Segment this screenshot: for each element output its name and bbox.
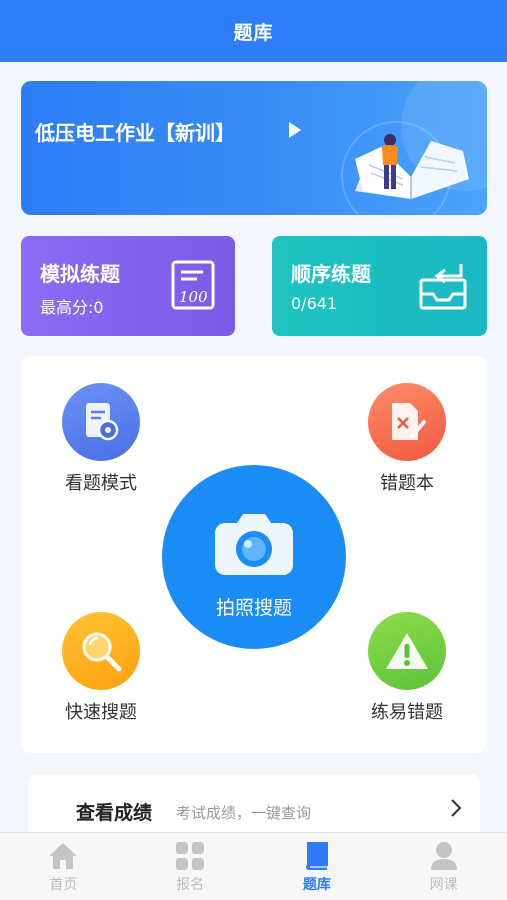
book-illustration-icon	[355, 134, 469, 199]
magnifier-icon	[82, 632, 122, 672]
wrong-book-label: 错题本	[380, 473, 434, 494]
mock-practice-title: 模拟练题	[40, 262, 120, 286]
tab-question-bank-label: 题库	[302, 877, 331, 893]
home-icon	[49, 843, 78, 869]
tab-online-course-label: 网课	[429, 877, 458, 893]
tab-signup-label: 报名	[176, 877, 205, 893]
page-title: 题库	[233, 21, 274, 44]
photo-search-label: 拍照搜题	[215, 597, 292, 619]
sequence-practice-title: 顺序练题	[291, 262, 371, 286]
easy-mistakes-button[interactable]: 练易错题	[347, 612, 467, 724]
quick-search-label: 快速搜题	[65, 702, 137, 723]
mock-practice-card[interactable]: 模拟练题 最高分:0 100	[21, 236, 235, 336]
view-mode-badge	[62, 383, 140, 461]
view-score-title: 查看成绩	[76, 802, 153, 824]
course-banner[interactable]: 低压电工作业【新训】	[21, 81, 487, 215]
chevron-right-icon	[451, 799, 462, 817]
grid-icon	[176, 842, 205, 870]
wrong-note-icon	[392, 403, 426, 440]
view-mode-label: 看题模式	[65, 473, 137, 494]
inbox-return-icon	[419, 264, 467, 310]
camera-icon	[215, 514, 293, 575]
tab-home-label: 首页	[49, 877, 78, 893]
easy-mistakes-badge	[368, 612, 446, 690]
tab-signup[interactable]: 报名	[127, 833, 254, 900]
tab-question-bank[interactable]: 题库	[254, 833, 381, 900]
document-eye-icon	[86, 403, 119, 441]
photo-search-button[interactable]: 拍照搜题	[162, 465, 346, 649]
bottom-tab-bar: 首页 报名 题库 网课	[0, 832, 507, 900]
tab-home[interactable]: 首页	[0, 833, 127, 900]
view-score-subtitle: 考试成绩，一键查询	[176, 804, 312, 822]
user-icon	[430, 842, 457, 870]
practice-panel: 看题模式 错题本 拍照搜题 快速搜题 练易错题	[21, 356, 487, 753]
wrong-book-badge	[368, 383, 446, 461]
easy-mistakes-label: 练易错题	[371, 702, 443, 723]
warning-icon	[386, 633, 428, 669]
score-sheet-icon: 100	[171, 260, 215, 310]
quick-search-button[interactable]: 快速搜题	[41, 612, 161, 724]
svg-text:100: 100	[179, 288, 208, 306]
wrong-book-button[interactable]: 错题本	[347, 383, 467, 495]
view-mode-button[interactable]: 看题模式	[41, 383, 161, 495]
sequence-practice-progress: 0/641	[291, 294, 338, 313]
sequence-practice-card[interactable]: 顺序练题 0/641	[272, 236, 487, 336]
quick-search-badge	[62, 612, 140, 690]
book-icon	[305, 842, 328, 870]
play-arrow-icon	[289, 122, 301, 138]
tab-online-course[interactable]: 网课	[380, 833, 507, 900]
banner-title: 低压电工作业【新训】	[35, 121, 235, 145]
mock-practice-best-score: 最高分:0	[40, 298, 104, 317]
top-bar: 题库	[0, 0, 507, 62]
